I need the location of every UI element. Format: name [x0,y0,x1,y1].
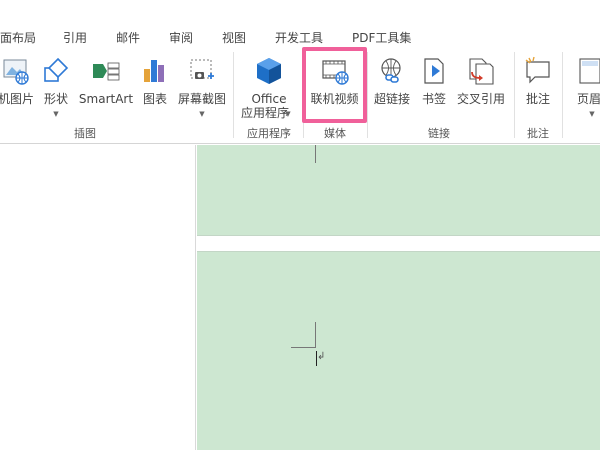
bookmark-label: 书签 [421,92,446,106]
chart-label: 图表 [142,92,167,106]
group-label-links: 链接 [428,127,450,140]
margin-marker [315,322,316,347]
margin-marker [315,145,316,163]
group-divider [233,52,234,138]
smartart-label: SmartArt [78,92,134,106]
highlight-box [302,47,367,123]
online-picture-button[interactable]: 机图片 [0,50,38,122]
shapes-label: 形状 [43,92,68,106]
header-icon [579,58,600,84]
bookmark-button[interactable]: 书签 [418,50,450,122]
shapes-icon [44,57,69,82]
tab-view[interactable]: 视图 [222,29,246,46]
chevron-down-icon: ▼ [53,110,59,118]
tab-pdf-tools[interactable]: PDF工具集 [352,29,411,46]
chevron-down-icon: ▼ [199,110,205,118]
ribbon-insert-panel: 机图片 形状 ▼ SmartArt 图表 屏幕截图 ▼ 插图 Office 应用… [0,46,600,144]
chart-button[interactable]: 图表 [139,50,171,122]
office-apps-button[interactable]: Office 应用程序 ▼ [238,50,300,122]
tab-references[interactable]: 引用 [63,29,87,46]
paragraph-mark: ↲ [317,351,326,362]
cross-reference-label: 交叉引用 [456,92,505,106]
cross-reference-icon [469,58,494,85]
chevron-down-icon: ▼ [589,110,595,118]
cross-reference-button[interactable]: 交叉引用 [454,50,508,122]
office-apps-label-line1: Office [251,92,287,106]
tab-mailings[interactable]: 邮件 [116,29,140,46]
online-picture-label: 机图片 [0,92,34,106]
office-apps-icon [257,58,281,84]
group-label-apps: 应用程序 [247,127,291,140]
screenshot-label: 屏幕截图 [177,92,226,106]
left-margin-area [0,145,196,450]
bookmark-icon [424,58,444,84]
screenshot-button[interactable]: 屏幕截图 ▼ [175,50,229,122]
comment-label: 批注 [525,92,550,106]
online-picture-icon [3,59,29,85]
screenshot-icon [190,59,214,79]
tab-page-layout[interactable]: 面布局 [0,29,36,46]
margin-marker [291,347,316,348]
smartart-button[interactable]: SmartArt [78,50,134,122]
page-gap [197,237,600,251]
chevron-down-icon: ▼ [285,110,291,118]
shapes-button[interactable]: 形状 ▼ [40,50,72,122]
comment-button[interactable]: 批注 [520,50,556,122]
group-divider [562,52,563,138]
group-divider [514,52,515,138]
group-label-comments: 批注 [527,127,549,140]
header-label: 页眉 [577,92,600,106]
hyperlink-button[interactable]: 超链接 [372,50,412,122]
document-page-previous[interactable] [197,145,600,236]
chart-icon [144,60,164,82]
header-button[interactable]: 页眉 ▼ [568,50,600,122]
document-page-current[interactable]: ↲ [197,251,600,450]
group-label-illustrations: 插图 [74,127,96,140]
tab-developer[interactable]: 开发工具 [275,29,323,46]
ribbon-tab-bar: 面布局 引用 邮件 审阅 视图 开发工具 PDF工具集 [0,0,600,46]
group-label-media: 媒体 [324,127,346,140]
comment-icon [525,56,550,84]
tab-review[interactable]: 审阅 [169,29,193,46]
smartart-icon [93,62,120,81]
group-divider [367,52,368,138]
hyperlink-label: 超链接 [373,92,410,106]
hyperlink-icon [381,58,401,83]
document-area: ↲ [0,145,600,450]
